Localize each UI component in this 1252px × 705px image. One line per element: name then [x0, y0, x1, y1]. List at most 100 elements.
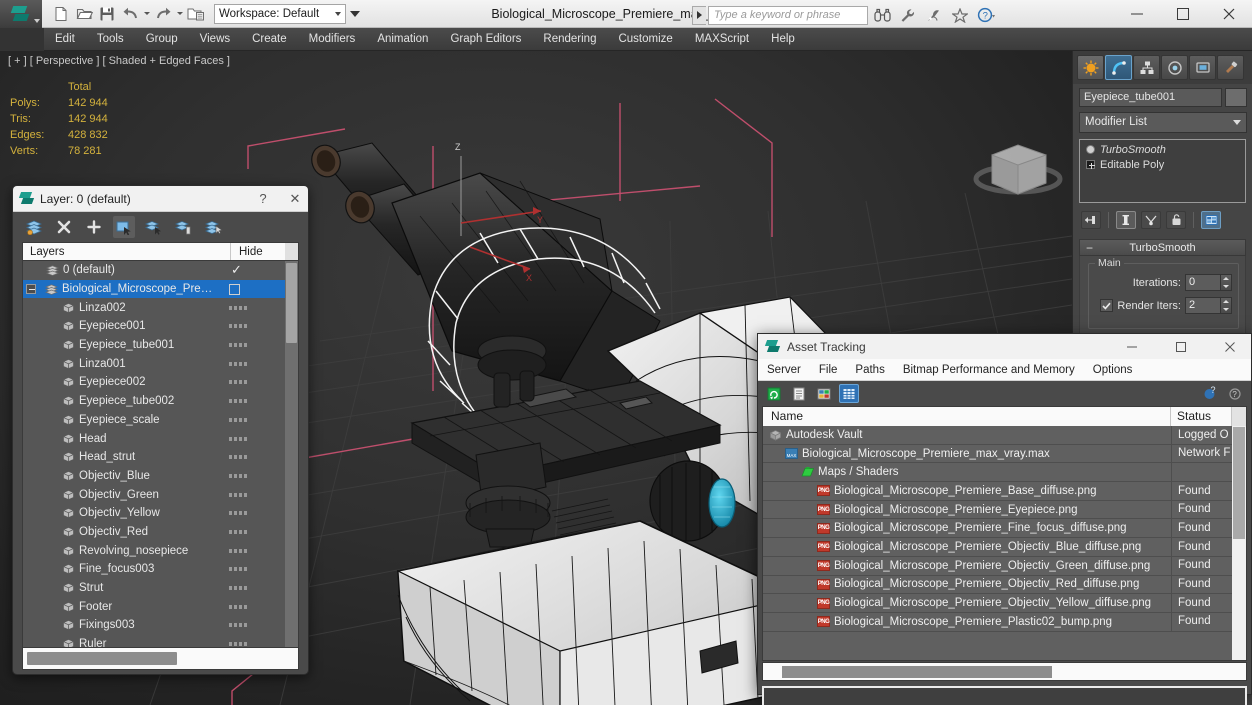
layer-row[interactable]: Objectiv_Red: [23, 523, 285, 542]
layer-hide-cell[interactable]: [225, 305, 285, 310]
asset-grid-scrollbar[interactable]: [1232, 426, 1246, 660]
layer-list[interactable]: 0 (default) ✓ Biological_Microscope_Premi…: [22, 260, 299, 648]
layer-hide-cell[interactable]: [225, 623, 285, 628]
wrench-icon[interactable]: [896, 4, 920, 26]
layer-row[interactable]: Fine_focus003: [23, 560, 285, 579]
asset-row[interactable]: Maps / Shaders: [763, 462, 1232, 483]
layer-hide-cell[interactable]: [225, 283, 285, 295]
project-folder-icon[interactable]: [185, 3, 207, 25]
asset-menu-file[interactable]: File: [810, 359, 847, 381]
layer-row[interactable]: Linza002: [23, 298, 285, 317]
iterations-stepper[interactable]: 0: [1185, 274, 1232, 291]
asset-row[interactable]: PNG Biological_Microscope_Premiere_Plasti…: [763, 612, 1232, 632]
help-globe-icon[interactable]: ?: [1200, 384, 1220, 403]
layer-row[interactable]: Objectiv_Green: [23, 485, 285, 504]
render-iters-stepper[interactable]: 2: [1185, 297, 1232, 314]
help-icon[interactable]: ?: [974, 4, 998, 26]
hierarchy-tab[interactable]: [1133, 55, 1160, 80]
asset-row[interactable]: PNG Biological_Microscope_Premiere_Fine_f…: [763, 518, 1232, 539]
create-new-layer-icon[interactable]: [23, 216, 45, 238]
menu-item-rendering[interactable]: Rendering: [532, 28, 607, 51]
menu-item-tools[interactable]: Tools: [86, 28, 135, 51]
layer-hide-cell[interactable]: [225, 567, 285, 572]
column-resize-handle[interactable]: [1232, 407, 1246, 426]
highlight-selected-objects-icon[interactable]: [173, 216, 195, 238]
layer-hide-cell[interactable]: [225, 529, 285, 534]
layer-row[interactable]: Objectiv_Yellow: [23, 504, 285, 523]
menu-item-graph-editors[interactable]: Graph Editors: [439, 28, 532, 51]
close-icon[interactable]: [1206, 0, 1252, 28]
asset-grid-hscroll-thumb[interactable]: [782, 665, 1052, 678]
thumbnail-view-icon[interactable]: [814, 384, 834, 403]
refresh-icon[interactable]: [764, 384, 784, 403]
undo-icon[interactable]: [119, 3, 141, 25]
layer-row[interactable]: Strut: [23, 579, 285, 598]
render-iters-value[interactable]: 2: [1185, 297, 1221, 314]
layer-row[interactable]: Fixings003: [23, 616, 285, 635]
layer-hide-cell[interactable]: [225, 473, 285, 478]
layer-hide-cell[interactable]: [225, 361, 285, 366]
open-file-icon[interactable]: [73, 3, 95, 25]
maximize-button[interactable]: [1160, 334, 1202, 359]
modify-tab[interactable]: [1105, 55, 1132, 80]
collapse-icon[interactable]: −: [1086, 242, 1093, 254]
minimize-button[interactable]: [1111, 334, 1153, 359]
asset-row[interactable]: PNG Biological_Microscope_Premiere_Object…: [763, 556, 1232, 576]
star-icon[interactable]: [948, 4, 972, 26]
remove-modifier-button[interactable]: [1166, 211, 1186, 229]
layer-hide-cell[interactable]: [225, 324, 285, 329]
select-highlighted-objects-icon[interactable]: [143, 216, 165, 238]
object-name-field[interactable]: Eyepiece_tube001: [1079, 88, 1222, 107]
asset-row[interactable]: Biological_Microscope_Premiere_max_vray.…: [763, 444, 1232, 464]
hide-checkbox[interactable]: [229, 283, 240, 295]
save-file-icon[interactable]: [96, 3, 118, 25]
layer-dialog-titlebar[interactable]: Layer: 0 (default) ? ✕: [13, 186, 308, 212]
workspace-selector[interactable]: Workspace: Default: [214, 3, 346, 24]
application-menu-button[interactable]: [0, 0, 42, 28]
pin-stack-button[interactable]: [1081, 211, 1101, 229]
asset-menu-bitmap-performance-and-memory[interactable]: Bitmap Performance and Memory: [894, 359, 1084, 381]
asset-grid-scroll-thumb[interactable]: [1233, 427, 1245, 539]
hide-checkmark-icon[interactable]: ✓: [231, 262, 242, 278]
render-iters-spin-arrows[interactable]: [1221, 297, 1232, 314]
list-view-icon[interactable]: [789, 384, 809, 403]
layer-row[interactable]: Eyepiece002: [23, 373, 285, 392]
menu-item-customize[interactable]: Customize: [607, 28, 683, 51]
asset-menu-options[interactable]: Options: [1084, 359, 1142, 381]
layer-hide-cell[interactable]: [225, 343, 285, 348]
asset-grid[interactable]: Name Status Autodesk Vault Logged O Biolog…: [762, 406, 1247, 661]
asset-menu-server[interactable]: Server: [758, 359, 810, 381]
lightbulb-icon[interactable]: [1086, 145, 1095, 154]
create-tab[interactable]: [1077, 55, 1104, 80]
layer-hide-cell[interactable]: [225, 399, 285, 404]
rollout-header[interactable]: − TurboSmooth: [1079, 239, 1246, 256]
layer-expander-icon[interactable]: [26, 284, 36, 295]
layer-hide-cell[interactable]: [225, 586, 285, 591]
layer-hide-cell[interactable]: [225, 455, 285, 460]
close-icon[interactable]: [1209, 334, 1251, 359]
layer-hide-cell[interactable]: ✓: [225, 262, 285, 278]
layer-row[interactable]: Biological_Microscope_Premiere: [23, 279, 285, 299]
asset-row[interactable]: Autodesk Vault Logged O: [763, 426, 1232, 445]
hide-unhide-layer-icon[interactable]: [203, 216, 225, 238]
expand-plus-icon[interactable]: [1086, 160, 1095, 169]
motion-tab[interactable]: [1161, 55, 1188, 80]
layer-row[interactable]: Eyepiece_tube001: [23, 336, 285, 355]
asset-grid-hscrollbar[interactable]: [762, 662, 1247, 681]
layer-row[interactable]: Eyepiece_scale: [23, 411, 285, 430]
asset-row[interactable]: PNG Biological_Microscope_Premiere_Object…: [763, 575, 1232, 595]
chevron-down-icon[interactable]: [34, 18, 40, 23]
layer-row[interactable]: Head_strut: [23, 448, 285, 467]
asset-row[interactable]: PNG Biological_Microscope_Premiere_Object…: [763, 593, 1232, 613]
asset-tracking-dialog[interactable]: Asset Tracking Server File Paths Bitmap Per…: [757, 333, 1252, 705]
layer-hide-cell[interactable]: [225, 604, 285, 609]
layer-list-scrollbar[interactable]: [285, 261, 298, 647]
layer-hide-cell[interactable]: [225, 511, 285, 516]
display-tab[interactable]: [1189, 55, 1216, 80]
close-icon[interactable]: ✕: [282, 187, 308, 211]
layer-row[interactable]: Objectiv_Blue: [23, 467, 285, 486]
new-file-icon[interactable]: [50, 3, 72, 25]
utilities-tab[interactable]: [1217, 55, 1244, 80]
menu-item-maxscript[interactable]: MAXScript: [684, 28, 760, 51]
layer-row[interactable]: Ruler: [23, 635, 285, 647]
